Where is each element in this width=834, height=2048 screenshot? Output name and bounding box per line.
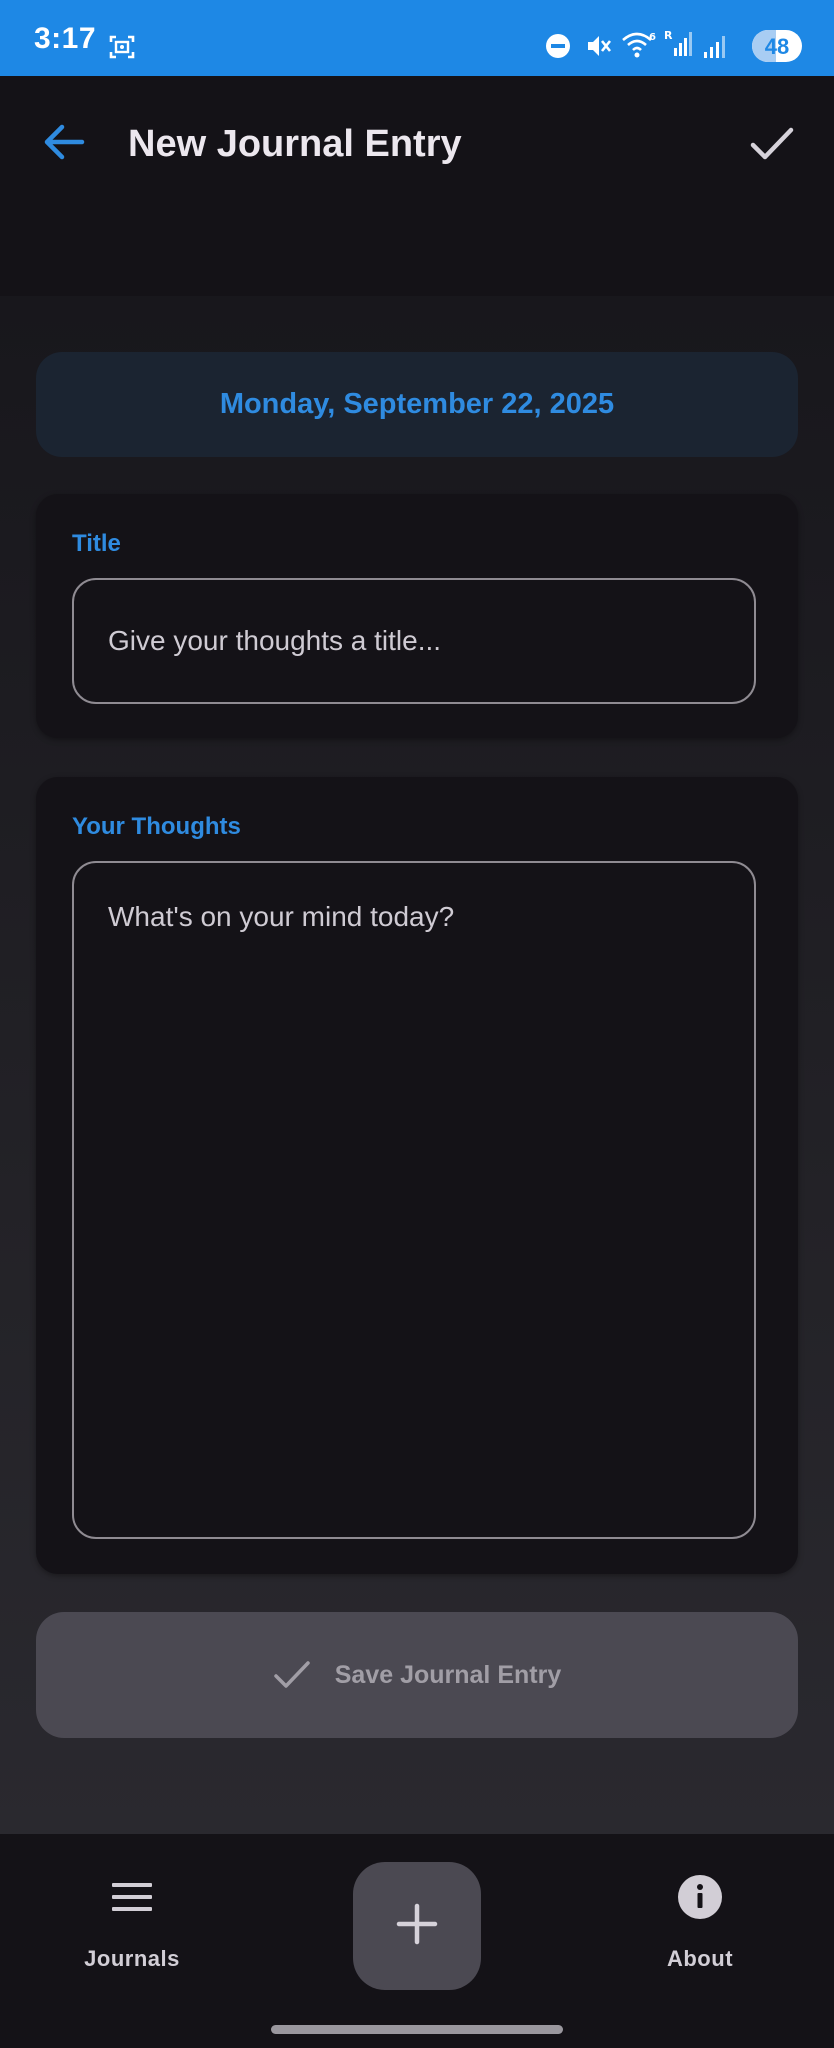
do-not-disturb-icon — [544, 32, 572, 65]
title-input[interactable]: Give your thoughts a title... — [72, 578, 756, 704]
title-label: Title — [72, 530, 121, 557]
nav-label-about: About — [666, 1946, 734, 1971]
nav-label-journals: Journals — [84, 1946, 180, 1971]
date-card: Monday, September 22, 2025 — [36, 352, 798, 457]
save-journal-entry-button[interactable]: Save Journal Entry — [36, 1612, 798, 1738]
battery-icon: 48 — [752, 30, 802, 62]
check-icon — [749, 124, 795, 169]
svg-text:6: 6 — [649, 32, 656, 43]
svg-text:R: R — [664, 29, 673, 42]
mute-icon — [584, 32, 612, 65]
status-bar: 3:17 6 R 48 — [0, 0, 834, 76]
status-time: 3:17 — [34, 22, 97, 55]
entry-date: Monday, September 22, 2025 — [219, 388, 615, 420]
title-placeholder: Give your thoughts a title... — [108, 625, 442, 656]
check-icon — [273, 1659, 311, 1691]
signal-icon — [702, 32, 730, 65]
screenshot-icon — [108, 34, 136, 65]
nav-item-about[interactable]: About — [600, 1834, 800, 1984]
add-entry-fab[interactable] — [353, 1862, 481, 1990]
thoughts-placeholder: What's on your mind today? — [108, 901, 455, 932]
top-app-bar — [0, 76, 834, 296]
confirm-button[interactable] — [742, 116, 802, 176]
info-icon — [600, 1875, 800, 1920]
wifi-icon: 6 — [621, 30, 657, 65]
battery-level: 48 — [764, 34, 790, 59]
thoughts-card: Your Thoughts What's on your mind today? — [36, 777, 798, 1574]
thoughts-label: Your Thoughts — [72, 813, 241, 840]
bottom-navigation: Journals About — [0, 1834, 834, 2048]
menu-icon — [32, 1880, 232, 1914]
signal-roaming-icon: R — [664, 28, 694, 65]
home-indicator[interactable] — [271, 2025, 563, 2034]
back-button[interactable] — [36, 116, 92, 172]
plus-icon — [395, 1902, 439, 1951]
page-title: New Journal Entry — [128, 123, 462, 165]
nav-item-journals[interactable]: Journals — [32, 1834, 232, 1984]
save-button-label: Save Journal Entry — [334, 1660, 562, 1689]
thoughts-textarea[interactable]: What's on your mind today? — [72, 861, 756, 1539]
arrow-left-icon — [42, 122, 86, 167]
title-card: Title Give your thoughts a title... — [36, 494, 798, 738]
